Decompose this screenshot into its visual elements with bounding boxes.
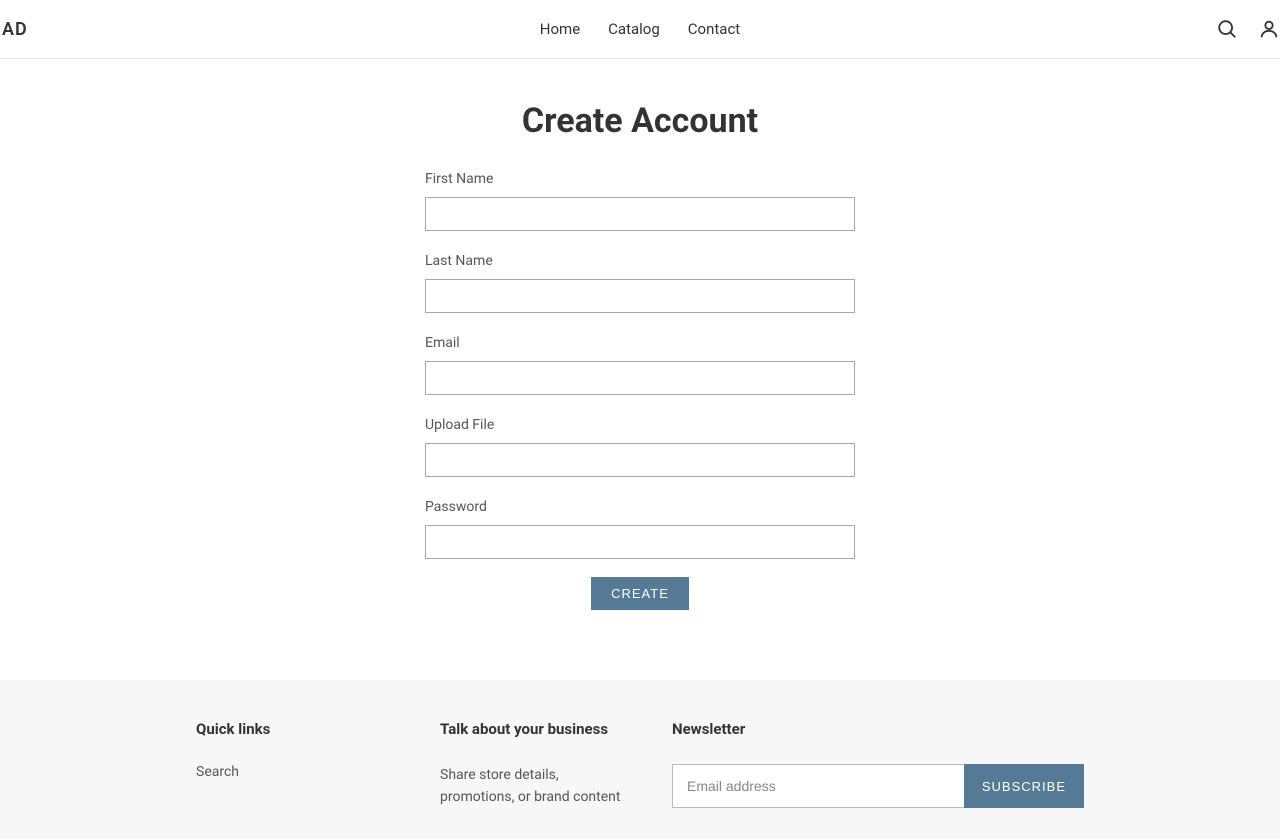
form-group-first-name: First Name bbox=[425, 171, 855, 231]
nav-contact[interactable]: Contact bbox=[688, 20, 740, 38]
talk-text: Share store details, promotions, or bran… bbox=[440, 764, 628, 809]
footer-talk: Talk about your business Share store det… bbox=[440, 720, 628, 809]
last-name-input[interactable] bbox=[425, 279, 855, 313]
newsletter-form: SUBSCRIBE bbox=[672, 764, 1084, 808]
form-group-password: Password bbox=[425, 499, 855, 559]
main-content: Create Account First Name Last Name Emai… bbox=[425, 101, 855, 610]
create-account-form: First Name Last Name Email Upload File P… bbox=[425, 171, 855, 610]
page-title: Create Account bbox=[425, 101, 855, 141]
password-label: Password bbox=[425, 499, 855, 515]
nav-home[interactable]: Home bbox=[540, 20, 580, 38]
first-name-label: First Name bbox=[425, 171, 855, 187]
first-name-input[interactable] bbox=[425, 197, 855, 231]
form-group-last-name: Last Name bbox=[425, 253, 855, 313]
create-button[interactable]: CREATE bbox=[591, 577, 689, 610]
search-icon[interactable] bbox=[1216, 18, 1238, 40]
site-footer: Quick links Search Talk about your busin… bbox=[0, 680, 1280, 839]
site-logo[interactable]: AD bbox=[0, 19, 28, 40]
upload-input[interactable] bbox=[425, 443, 855, 477]
quick-links-heading: Quick links bbox=[196, 720, 396, 738]
main-nav: Home Catalog Contact bbox=[540, 20, 740, 38]
email-input[interactable] bbox=[425, 361, 855, 395]
password-input[interactable] bbox=[425, 525, 855, 559]
footer-newsletter: Newsletter SUBSCRIBE bbox=[672, 720, 1084, 809]
form-group-email: Email bbox=[425, 335, 855, 395]
upload-label: Upload File bbox=[425, 417, 855, 433]
header-icons bbox=[1216, 18, 1280, 40]
newsletter-heading: Newsletter bbox=[672, 720, 1084, 738]
footer-inner: Quick links Search Talk about your busin… bbox=[196, 720, 1084, 809]
account-icon[interactable] bbox=[1258, 18, 1280, 40]
nav-catalog[interactable]: Catalog bbox=[608, 20, 660, 38]
site-header: AD Home Catalog Contact bbox=[0, 0, 1280, 59]
form-group-upload: Upload File bbox=[425, 417, 855, 477]
subscribe-button[interactable]: SUBSCRIBE bbox=[964, 764, 1084, 808]
email-label: Email bbox=[425, 335, 855, 351]
newsletter-email-input[interactable] bbox=[672, 764, 964, 808]
talk-heading: Talk about your business bbox=[440, 720, 628, 738]
last-name-label: Last Name bbox=[425, 253, 855, 269]
footer-quick-links: Quick links Search bbox=[196, 720, 396, 809]
footer-search-link[interactable]: Search bbox=[196, 764, 396, 780]
